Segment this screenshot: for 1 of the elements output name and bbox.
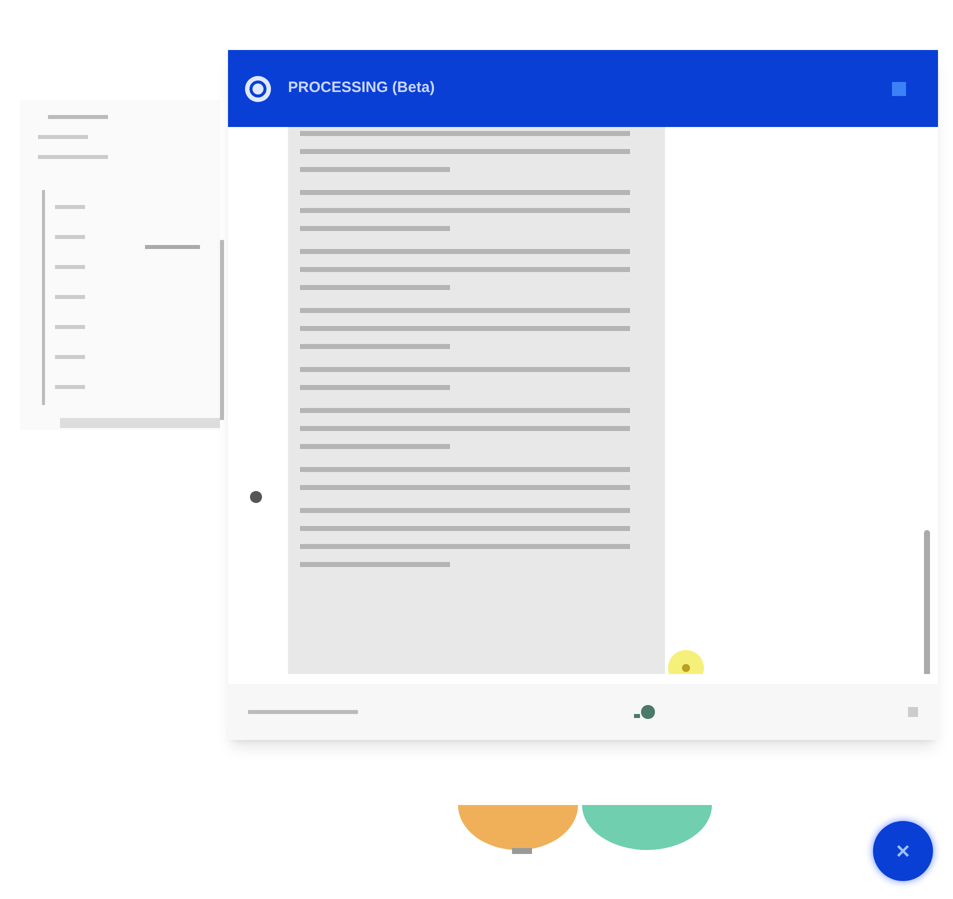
- dialog-title: PROCESSING (Beta): [288, 78, 435, 98]
